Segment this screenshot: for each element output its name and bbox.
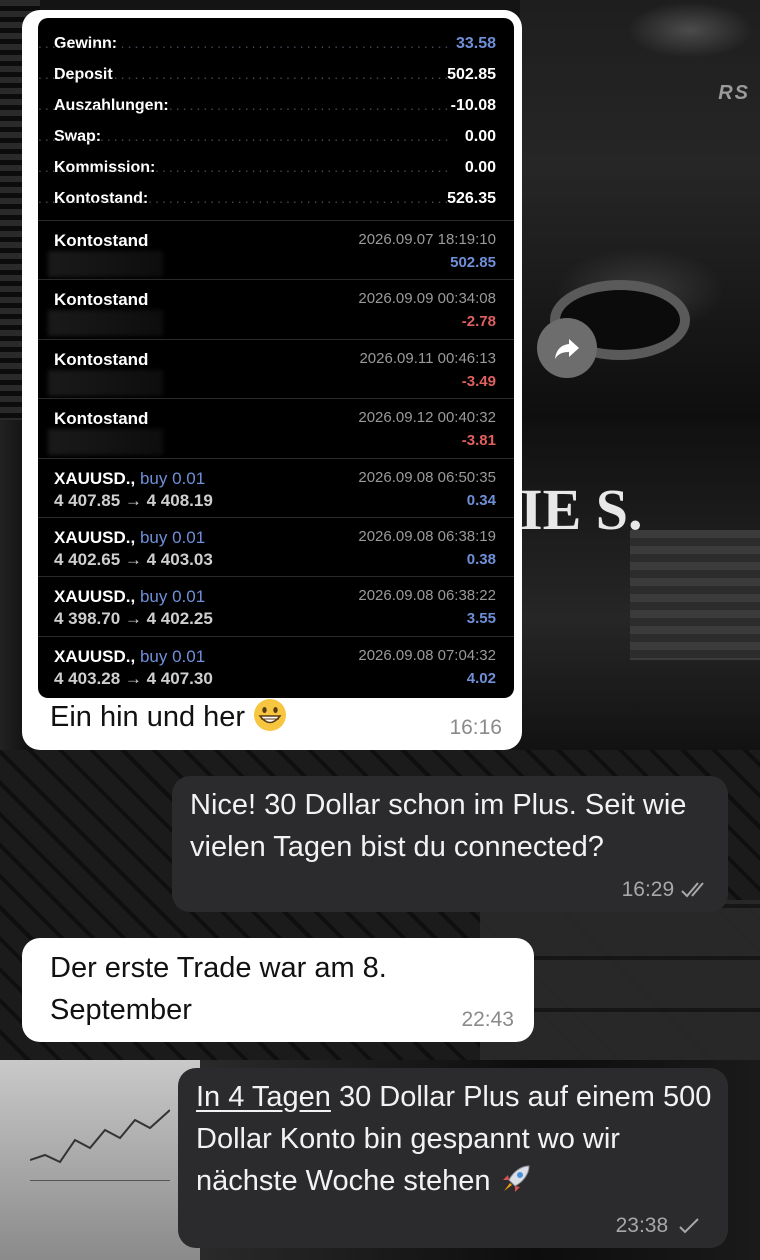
history-title: Kontostand xyxy=(54,231,148,251)
history-amount: -3.49 xyxy=(461,372,496,390)
summary-value: 502.85 xyxy=(447,66,496,83)
summary-value: 33.58 xyxy=(455,35,496,52)
history-date: 2026.09.11 00:46:13 xyxy=(359,349,496,367)
history-row[interactable]: XAUUSD., buy 0.01 4 403.28 → 4 407.30 2026… xyxy=(38,635,514,696)
message-time: 16:16 xyxy=(449,716,502,739)
summary-row: Deposit.................................… xyxy=(38,66,496,83)
history-title: XAUUSD., buy 0.01 xyxy=(54,528,205,548)
redacted-blur xyxy=(48,429,163,456)
message-meta: 23:38 xyxy=(616,1214,706,1238)
message-meta: 16:29 xyxy=(622,878,712,902)
history-symbol: XAUUSD., xyxy=(54,528,136,547)
history-title: Kontostand xyxy=(54,350,148,370)
summary-row: Gewinn:.................................… xyxy=(38,35,496,52)
history-date: 2026.09.12 00:40:32 xyxy=(358,409,496,427)
history-order-type: buy 0.01 xyxy=(139,468,206,488)
summary-value: 526.35 xyxy=(447,190,496,207)
message-text: Der erste Trade war am 8. September xyxy=(50,952,387,1026)
car-badge: RS xyxy=(718,82,750,104)
history-title: Kontostand xyxy=(54,290,148,310)
history-row[interactable]: Kontostand 2026.09.07 18:19:10 502.85 xyxy=(38,220,514,280)
summary-row: Kontostand:.............................… xyxy=(38,190,496,207)
history-order-type: buy 0.01 xyxy=(139,646,206,666)
history-amount: 502.85 xyxy=(450,254,496,271)
summary-value: -10.08 xyxy=(450,97,496,114)
summary-row: Kommission:.............................… xyxy=(38,159,496,176)
message-text: Nice! 30 Dollar schon im Plus. Seit wie … xyxy=(190,789,687,863)
history-prices: 4 403.28 → 4 407.30 xyxy=(54,668,213,688)
grinning-face-icon xyxy=(254,699,287,731)
summary-row: Swap:...................................… xyxy=(38,128,496,145)
history-row[interactable]: Kontostand 2026.09.12 00:40:32 -3.81 xyxy=(38,398,514,458)
history-symbol: Kontostand xyxy=(54,349,149,369)
history-symbol: Kontostand xyxy=(54,231,149,250)
summary-row: Auszahlungen:...........................… xyxy=(38,97,496,114)
history-row[interactable]: Kontostand 2026.09.09 00:34:08 -2.78 xyxy=(38,279,514,339)
history-row[interactable]: XAUUSD., buy 0.01 4 398.70 → 4 402.25 2026… xyxy=(38,576,514,636)
history-symbol: XAUUSD., xyxy=(54,587,136,607)
rocket-icon xyxy=(502,1165,530,1192)
history-symbol: XAUUSD., xyxy=(54,646,136,666)
history-amount: -3.81 xyxy=(461,432,496,450)
incoming-message-screenshot[interactable]: Gewinn:.................................… xyxy=(22,10,522,750)
outgoing-message[interactable]: In 4 Tagen 30 Dollar Plus auf einem 500 … xyxy=(178,1068,728,1248)
history-title: XAUUSD., buy 0.01 xyxy=(54,647,205,667)
wallpaper-chart-icon xyxy=(30,1109,170,1181)
forward-button[interactable] xyxy=(537,318,597,378)
outgoing-message[interactable]: Nice! 30 Dollar schon im Plus. Seit wie … xyxy=(172,776,728,912)
message-text: In 4 Tagen 30 Dollar Plus auf einem 500 … xyxy=(196,1081,712,1197)
redacted-blur xyxy=(48,369,163,396)
history-row[interactable]: XAUUSD., buy 0.01 4 407.85 → 4 408.19 2026… xyxy=(38,457,514,518)
history-order-type: buy 0.01 xyxy=(139,587,206,607)
history-title: XAUUSD., buy 0.01 xyxy=(54,587,205,607)
history-prices: 4 402.65 → 4 403.03 xyxy=(54,550,213,569)
message-link-text[interactable]: In 4 Tagen xyxy=(196,1081,331,1113)
history-title: XAUUSD., buy 0.01 xyxy=(54,469,205,489)
history-date: 2026.09.08 06:38:22 xyxy=(358,587,496,605)
history-row[interactable]: Kontostand 2026.09.11 00:46:13 -3.49 xyxy=(38,338,514,399)
message-time: 23:38 xyxy=(615,1214,669,1237)
history-order-type: buy 0.01 xyxy=(139,528,206,547)
redacted-blur xyxy=(48,310,163,337)
history-date: 2026.09.09 00:34:08 xyxy=(358,290,496,308)
wallpaper-monitor xyxy=(0,1060,200,1260)
history-prices: 4 407.85 → 4 408.19 xyxy=(54,490,213,510)
history-amount: -2.78 xyxy=(461,313,496,331)
message-time: 22:43 xyxy=(461,1008,514,1031)
trading-history-screenshot[interactable]: Gewinn:.................................… xyxy=(38,18,514,698)
message-text: Ein hin und her xyxy=(50,696,287,738)
summary-value: 0.00 xyxy=(464,128,496,145)
history-date: 2026.09.08 06:38:19 xyxy=(358,528,496,545)
sent-check-icon xyxy=(674,1214,706,1237)
read-double-check-icon xyxy=(680,878,712,901)
incoming-message[interactable]: Der erste Trade war am 8. September 22:4… xyxy=(22,938,534,1042)
redacted-blur xyxy=(48,251,163,277)
history-title: Kontostand xyxy=(54,409,148,429)
history-amount: 0.34 xyxy=(466,491,496,509)
history-date: 2026.09.07 18:19:10 xyxy=(358,231,496,248)
history-amount: 4.02 xyxy=(466,669,496,687)
history-prices: 4 398.70 → 4 402.25 xyxy=(54,609,213,629)
history-symbol: Kontostand xyxy=(54,409,149,429)
history-symbol: XAUUSD., xyxy=(54,468,136,488)
history-date: 2026.09.08 07:04:32 xyxy=(358,646,496,664)
message-time: 16:29 xyxy=(621,878,675,901)
summary-value: 0.00 xyxy=(464,159,496,176)
wallpaper-garage: IE S. xyxy=(520,420,760,750)
history-row[interactable]: XAUUSD., buy 0.01 4 402.65 → 4 403.03 2026… xyxy=(38,517,514,577)
history-amount: 3.55 xyxy=(466,610,496,628)
history-amount: 0.38 xyxy=(466,551,496,568)
forward-arrow-icon xyxy=(555,339,579,359)
history-date: 2026.09.08 06:50:35 xyxy=(358,468,496,486)
wallpaper-text: IE S. xyxy=(520,477,643,542)
history-symbol: Kontostand xyxy=(54,290,149,310)
